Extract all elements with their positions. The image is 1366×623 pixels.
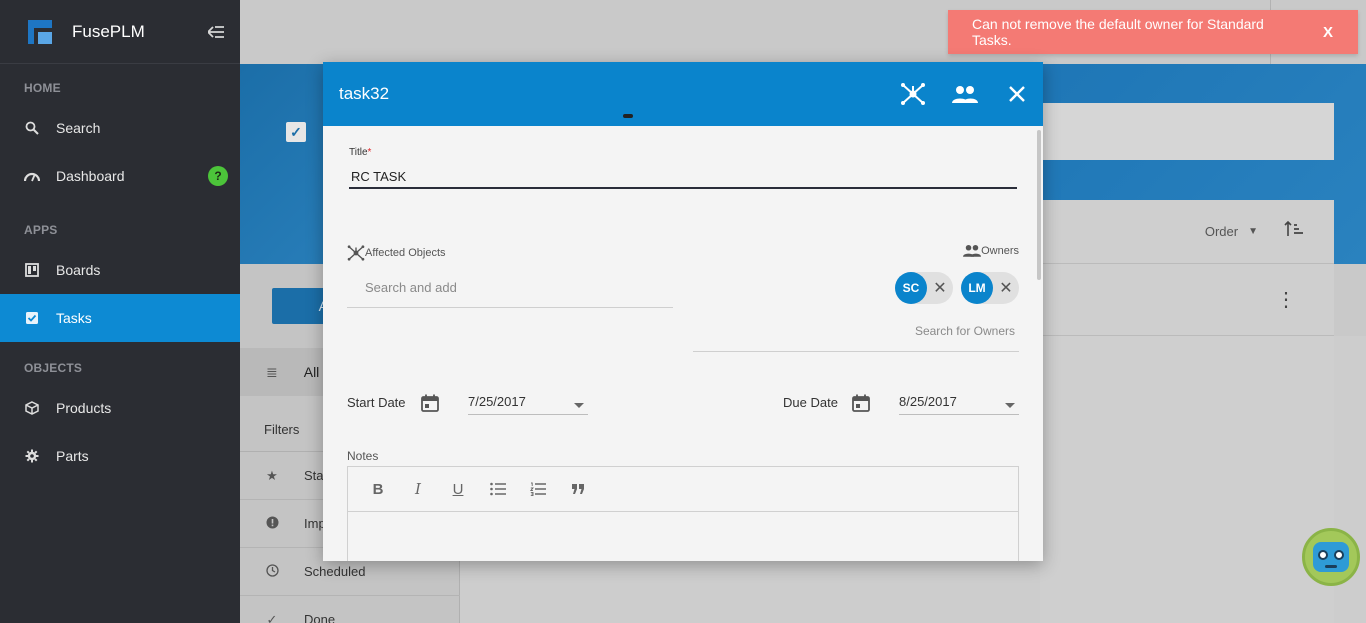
numbered-list-button[interactable]: [518, 475, 558, 503]
clock-icon: [264, 563, 280, 580]
sidebar-item-label: Search: [56, 120, 101, 136]
tasks-banner-icon: ✓: [286, 122, 306, 142]
sidebar: FusePLM HOME Search Dashboard ? APPS Boa…: [0, 0, 240, 623]
fuseplm-logo: [28, 19, 52, 44]
mouse-cursor: [623, 114, 633, 118]
title-input[interactable]: [349, 165, 1017, 189]
robot-icon: [1313, 542, 1349, 572]
due-date-label: Due Date: [783, 395, 838, 410]
owner-chip: SC ✕: [895, 272, 953, 304]
chatbot-button[interactable]: [1302, 528, 1360, 586]
help-badge[interactable]: ?: [208, 166, 228, 186]
italic-button[interactable]: I: [398, 475, 438, 503]
calendar-icon[interactable]: [851, 393, 871, 413]
affected-objects-search[interactable]: [347, 268, 673, 308]
star-icon: ★: [266, 467, 278, 483]
sidebar-item-label: Tasks: [56, 310, 92, 326]
due-date-field[interactable]: 8/25/2017: [899, 389, 1019, 415]
network-icon: [347, 245, 365, 261]
chevron-down-icon: [574, 403, 584, 408]
sidebar-item-parts[interactable]: Parts: [0, 432, 240, 480]
filter-item[interactable]: ✓ Done: [240, 596, 460, 623]
start-date-label: Start Date: [347, 395, 406, 410]
affected-objects-label: Affected Objects: [347, 244, 446, 262]
owner-chip: LM ✕: [961, 272, 1019, 304]
owners-label: Owners: [963, 244, 1019, 257]
sidebar-item-label: Products: [56, 400, 112, 416]
sort-icon[interactable]: [1284, 220, 1304, 243]
dialog-title: task32: [339, 84, 390, 103]
affected-objects-button[interactable]: [887, 68, 939, 120]
calendar-icon[interactable]: [420, 393, 440, 413]
avatar: SC: [895, 272, 927, 304]
underline-button[interactable]: U: [438, 475, 478, 503]
dialog-header: task32: [323, 62, 1043, 126]
order-select[interactable]: Order: [1205, 224, 1238, 239]
avatar: LM: [961, 272, 993, 304]
menu-collapse-icon[interactable]: [192, 12, 240, 52]
quote-button[interactable]: [558, 475, 598, 503]
brand-name: FusePLM: [72, 21, 145, 41]
task-dialog: task32 Title* Affected Objects: [323, 62, 1043, 561]
close-button[interactable]: [991, 68, 1043, 120]
tasks-icon: [24, 310, 40, 326]
notes-label: Notes: [347, 449, 379, 463]
sidebar-item-label: Dashboard: [56, 168, 125, 184]
sidebar-item-search[interactable]: Search: [0, 104, 240, 152]
section-home: HOME: [24, 81, 61, 95]
check-icon: ✓: [266, 611, 278, 623]
boards-icon: [24, 262, 40, 278]
list-icon: ≣: [266, 363, 278, 380]
task-list-header: Order ▼ ⋮: [1040, 200, 1334, 623]
sidebar-item-label: Boards: [56, 262, 101, 278]
owners-search[interactable]: [693, 310, 1019, 352]
search-icon: [24, 120, 40, 136]
editor-toolbar: B I U: [348, 467, 1018, 512]
chevron-down-icon: ▼: [1248, 226, 1258, 237]
section-apps: APPS: [24, 223, 58, 237]
gear-icon: [24, 448, 40, 464]
title-label: Title*: [349, 147, 372, 158]
dashboard-icon: [24, 168, 40, 184]
people-icon: [963, 244, 982, 257]
sidebar-item-tasks[interactable]: Tasks: [0, 294, 240, 342]
section-objects: OBJECTS: [24, 361, 83, 375]
network-icon: [901, 83, 925, 105]
brand-bar: FusePLM: [0, 0, 240, 64]
toast-close-button[interactable]: X: [1298, 24, 1358, 41]
owners-button[interactable]: [939, 68, 991, 120]
notes-editor[interactable]: B I U: [347, 466, 1019, 561]
remove-owner-icon[interactable]: ✕: [927, 278, 953, 298]
start-date-field[interactable]: 7/25/2017: [468, 389, 588, 415]
chevron-down-icon: [1005, 403, 1015, 408]
sidebar-item-dashboard[interactable]: Dashboard ?: [0, 152, 240, 200]
toast-message: Can not remove the default owner for Sta…: [972, 16, 1264, 48]
numbered-list-icon: [530, 482, 546, 496]
sidebar-item-boards[interactable]: Boards: [0, 246, 240, 294]
bold-button[interactable]: B: [358, 475, 398, 503]
alert-icon: [264, 516, 280, 532]
remove-owner-icon[interactable]: ✕: [993, 278, 1019, 298]
sidebar-item-label: Parts: [56, 448, 89, 464]
dialog-scrollbar[interactable]: [1037, 130, 1041, 280]
banner-search-box[interactable]: [1040, 103, 1334, 160]
quote-icon: [572, 484, 584, 494]
bullet-list-button[interactable]: [478, 475, 518, 503]
close-icon: [1009, 86, 1025, 102]
bullet-list-icon: [490, 482, 506, 496]
more-vert-icon[interactable]: ⋮: [1276, 287, 1296, 312]
people-icon: [952, 86, 978, 103]
error-toast: Can not remove the default owner for Sta…: [948, 10, 1358, 54]
sidebar-item-products[interactable]: Products: [0, 384, 240, 432]
cube-icon: [24, 400, 40, 416]
